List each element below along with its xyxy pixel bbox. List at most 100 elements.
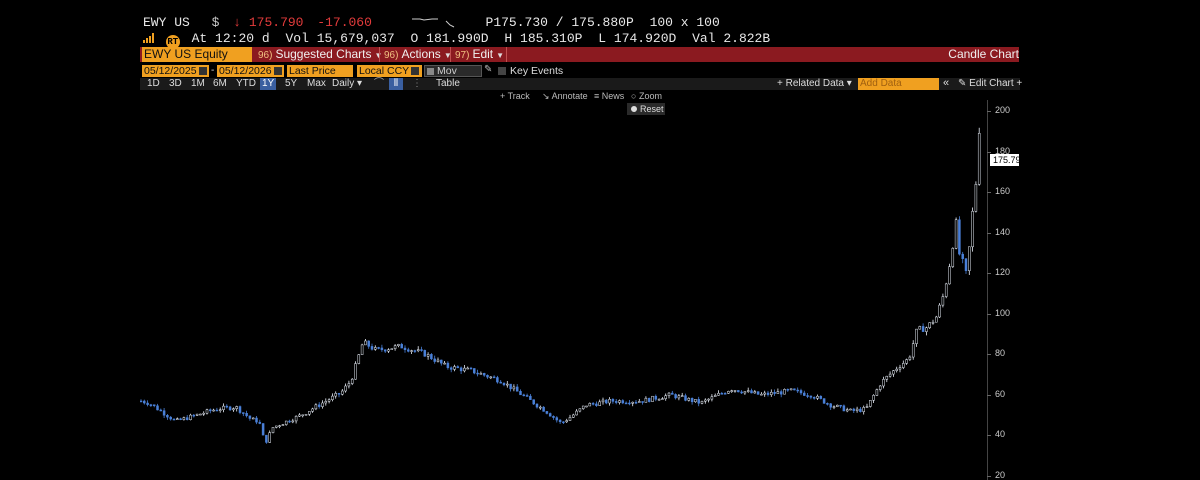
high-value: 185.310P	[520, 31, 583, 46]
suggested-charts-menu[interactable]: 96)Suggested Charts▼	[258, 47, 382, 62]
candle	[258, 419, 262, 425]
currency-select[interactable]: Local CCY	[357, 65, 422, 77]
candle	[727, 390, 730, 394]
candle-chart-icon[interactable]: ⫴	[389, 78, 403, 90]
candle	[291, 418, 295, 424]
y-axis-tick-label: 60	[995, 388, 1006, 399]
quote-time: 12:20	[215, 31, 255, 46]
y-axis	[987, 100, 988, 480]
y-axis-tick-label: 160	[995, 186, 1011, 197]
candle	[971, 207, 974, 252]
add-data-input[interactable]: Add Data	[858, 78, 939, 90]
candle	[849, 408, 852, 411]
candle	[499, 380, 502, 384]
candle	[852, 407, 856, 414]
candle	[783, 388, 786, 395]
candle	[476, 369, 479, 377]
volume-value: 15,679,037	[316, 31, 395, 46]
suggested-charts-number: 96)	[258, 50, 273, 61]
candle	[532, 399, 535, 405]
candle	[935, 315, 938, 323]
candle	[750, 388, 753, 394]
range-max[interactable]: Max	[305, 78, 328, 90]
candle	[525, 393, 529, 397]
plus-icon: +	[1016, 78, 1023, 89]
candle	[585, 405, 588, 408]
quote-stats-line: RT At 12:20 d Vol 15,679,037 O 181.990D …	[143, 31, 770, 49]
double-chevron-left-icon[interactable]: «	[943, 77, 949, 89]
quote-line: EWY US $ ↓ 175.790 -17.060 P175.730 / 17…	[143, 15, 720, 32]
related-data-label: Related Data	[785, 78, 844, 89]
candle	[842, 404, 846, 412]
security-input[interactable]: EWY US Equity	[142, 47, 252, 62]
related-data-menu[interactable]: + Related Data ▾	[777, 78, 852, 90]
range-3d[interactable]: 3D	[167, 78, 184, 90]
price-field-select[interactable]: Last Price	[287, 65, 353, 77]
range-6m[interactable]: 6M	[211, 78, 229, 90]
candle	[948, 263, 951, 285]
candle	[865, 403, 869, 408]
candle	[354, 361, 357, 380]
actions-menu[interactable]: 96) Actions ▼	[384, 47, 452, 62]
table-button[interactable]: Table	[436, 78, 460, 90]
pencil-icon[interactable]: ✎	[484, 64, 492, 75]
candle	[324, 398, 328, 406]
calendar-icon[interactable]	[273, 67, 282, 75]
range-1y[interactable]: 1Y	[260, 78, 277, 90]
y-axis-tick	[987, 111, 991, 112]
candle	[968, 246, 971, 275]
candle	[700, 400, 704, 405]
edit-menu[interactable]: 97) Edit ▼	[455, 47, 504, 62]
candle	[271, 427, 275, 434]
range-ytd[interactable]: YTD	[234, 78, 258, 90]
candle	[753, 389, 757, 394]
checkbox-icon	[498, 67, 506, 75]
key-events-toggle[interactable]: Key Events	[498, 65, 563, 77]
candle	[859, 406, 862, 413]
candle	[169, 415, 172, 421]
volume-label: Vol	[285, 31, 309, 46]
candle	[301, 414, 304, 418]
menu-divider	[506, 47, 507, 62]
calendar-icon[interactable]	[198, 67, 207, 75]
candle	[423, 349, 427, 357]
range-5y[interactable]: 5Y	[283, 78, 299, 90]
candle	[222, 403, 225, 413]
candle	[314, 403, 318, 411]
candle	[684, 393, 687, 402]
candle	[809, 395, 813, 400]
chart-type-label[interactable]: Candle Chart	[948, 47, 1019, 62]
candle	[763, 390, 766, 397]
candle	[707, 398, 710, 403]
end-date-value: 05/12/2026	[219, 65, 272, 77]
y-axis-tick-label: 80	[995, 348, 1006, 359]
y-axis-tick-label: 40	[995, 429, 1006, 440]
range-1m[interactable]: 1M	[189, 78, 207, 90]
candle	[839, 404, 842, 409]
period-select[interactable]: Daily ▾	[332, 78, 362, 90]
price-chart[interactable]	[140, 100, 987, 480]
range-1d[interactable]: 1D	[145, 78, 162, 90]
candle	[278, 424, 281, 429]
candle	[737, 390, 740, 393]
candle	[905, 358, 908, 365]
last-price-marker: 175.79	[990, 154, 1019, 166]
edit-chart-button[interactable]: ✎ Edit Chart +	[958, 78, 1022, 90]
mov-avgs-toggle[interactable]: Mov Avgs	[424, 65, 482, 88]
candle	[885, 375, 889, 383]
candle	[690, 397, 694, 405]
candle	[657, 398, 661, 401]
candle	[542, 406, 545, 412]
line-chart-icon[interactable]: ⌒	[374, 78, 384, 90]
candle	[486, 374, 489, 379]
candle	[938, 303, 941, 318]
end-date-field[interactable]: 05/12/2026	[217, 65, 284, 77]
candle	[140, 399, 143, 403]
low-label: L	[598, 31, 607, 46]
candle	[383, 349, 387, 353]
start-date-field[interactable]: 05/12/2025	[142, 65, 209, 77]
candle	[836, 404, 839, 408]
candle	[380, 344, 384, 352]
candle	[816, 394, 819, 400]
candle	[915, 328, 918, 347]
